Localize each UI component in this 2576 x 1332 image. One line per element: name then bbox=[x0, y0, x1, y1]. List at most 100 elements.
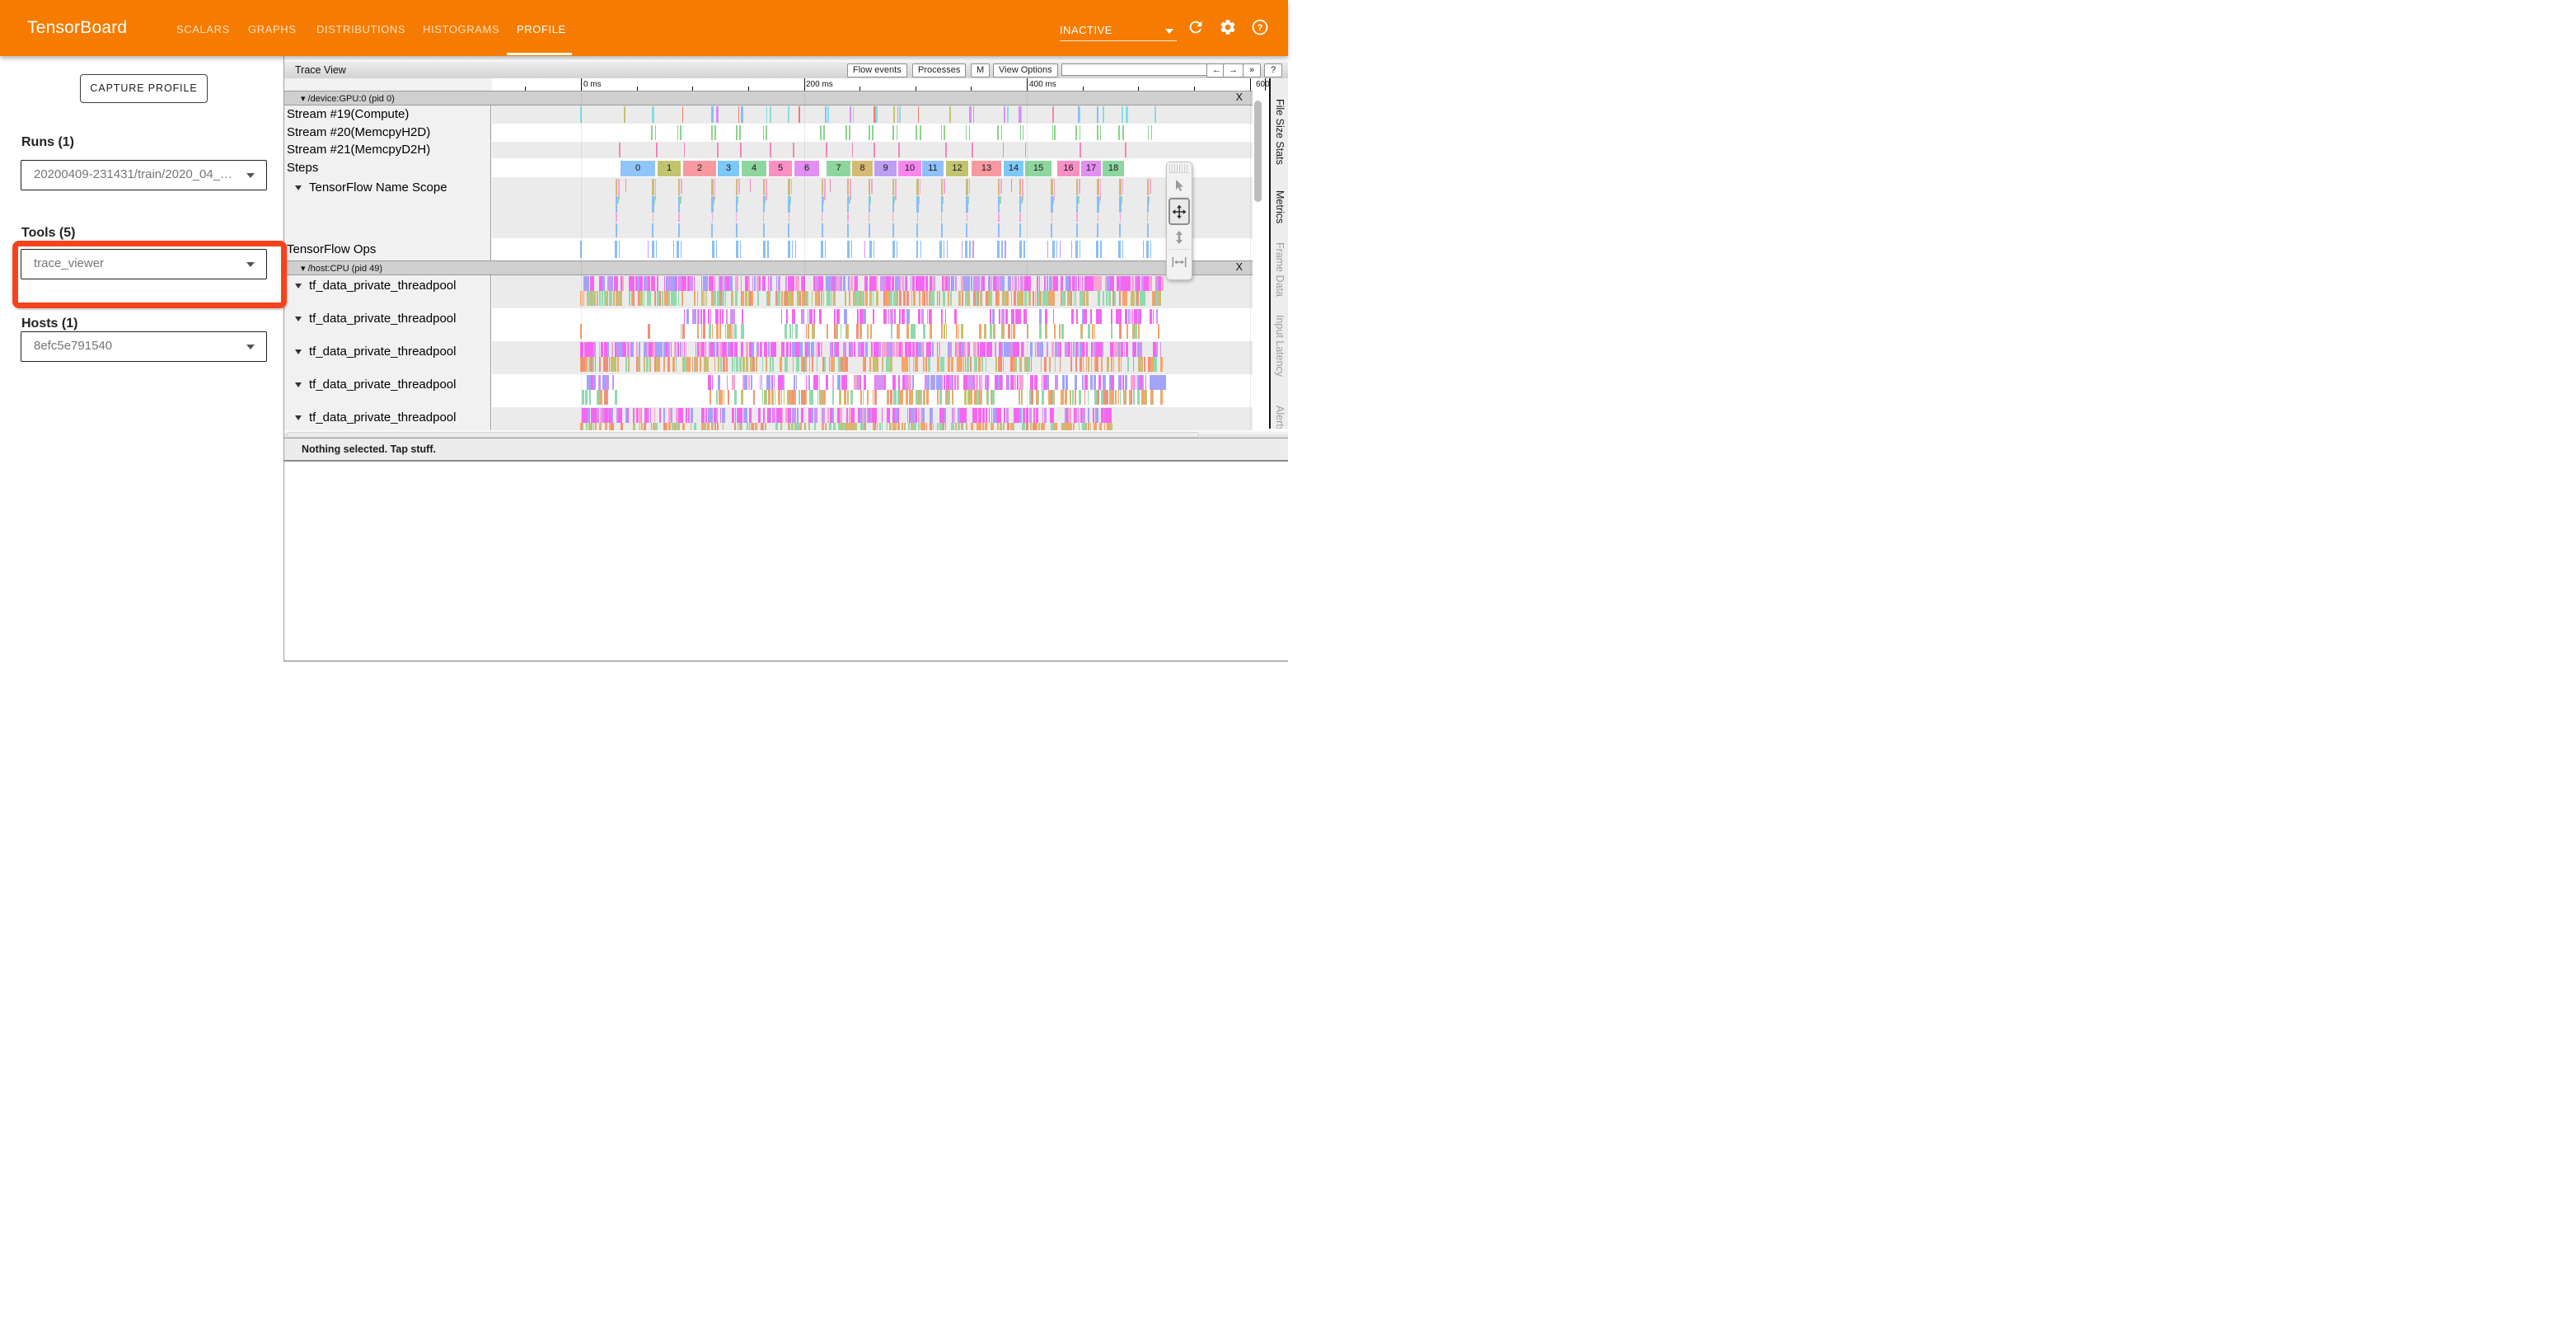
trace-event-mark[interactable] bbox=[1021, 106, 1022, 123]
trace-event-mark[interactable] bbox=[899, 342, 902, 357]
trace-row-label-cell[interactable]: Steps bbox=[284, 158, 491, 177]
trace-event-mark[interactable] bbox=[859, 309, 862, 324]
trace-event-mark[interactable] bbox=[1051, 213, 1052, 222]
trace-event-mark[interactable] bbox=[764, 342, 767, 357]
trace-event-mark[interactable] bbox=[792, 309, 795, 324]
trace-row-track[interactable] bbox=[492, 275, 1253, 308]
trace-event-mark[interactable] bbox=[949, 342, 952, 357]
trace-event-mark[interactable] bbox=[658, 357, 660, 372]
trace-event-mark[interactable] bbox=[761, 375, 762, 390]
trace-event-mark[interactable] bbox=[1111, 309, 1112, 324]
trace-event-mark[interactable] bbox=[966, 223, 967, 237]
trace-event-mark[interactable] bbox=[916, 357, 917, 372]
trace-event-mark[interactable] bbox=[1110, 342, 1113, 357]
trace-event-mark[interactable] bbox=[993, 276, 996, 291]
trace-event-mark[interactable] bbox=[1056, 276, 1058, 291]
trace-event-mark[interactable] bbox=[894, 196, 895, 204]
trace-event-mark[interactable] bbox=[1150, 179, 1151, 194]
trace-event-mark[interactable] bbox=[798, 357, 799, 372]
toolbar-button-view-options[interactable]: View Options bbox=[993, 63, 1058, 77]
trace-event-mark[interactable] bbox=[1037, 342, 1039, 357]
trace-event-mark[interactable] bbox=[628, 357, 630, 372]
trace-event-mark[interactable] bbox=[1088, 390, 1089, 405]
trace-event-mark[interactable] bbox=[615, 241, 617, 258]
right-tab-alerts[interactable]: Alerts bbox=[1271, 386, 1288, 429]
trace-event-mark[interactable] bbox=[944, 324, 945, 339]
trace-event-mark[interactable] bbox=[1083, 357, 1084, 372]
section-header-host-cpu[interactable]: ▾ /host:CPU (pid 49)X bbox=[284, 260, 1253, 275]
trace-event-mark[interactable] bbox=[1158, 291, 1160, 306]
trace-event-mark[interactable] bbox=[676, 357, 677, 372]
trace-event-mark[interactable] bbox=[678, 213, 679, 222]
trace-event-mark[interactable] bbox=[1071, 309, 1074, 324]
trace-event-mark[interactable] bbox=[770, 106, 772, 123]
trace-event-mark[interactable] bbox=[600, 390, 602, 405]
trace-event-mark[interactable] bbox=[770, 143, 771, 157]
trace-event-mark[interactable] bbox=[1115, 390, 1117, 405]
trace-event-mark[interactable] bbox=[893, 106, 894, 123]
trace-event-mark[interactable] bbox=[799, 106, 800, 123]
trace-event-mark[interactable] bbox=[1007, 375, 1009, 390]
trace-event-mark[interactable] bbox=[1086, 342, 1088, 357]
trace-event-mark[interactable] bbox=[851, 408, 855, 423]
trace-event-mark[interactable] bbox=[1075, 375, 1077, 390]
trace-event-mark[interactable] bbox=[998, 357, 1000, 372]
trace-event-mark[interactable] bbox=[1028, 276, 1031, 291]
trace-event-mark[interactable] bbox=[729, 276, 732, 291]
horizontal-scrollbar-thumb[interactable] bbox=[287, 432, 1199, 438]
trace-event-mark[interactable] bbox=[1060, 241, 1061, 258]
trace-event-mark[interactable] bbox=[659, 342, 663, 357]
trace-event-mark[interactable] bbox=[1125, 291, 1127, 306]
trace-event-mark[interactable] bbox=[925, 276, 928, 291]
close-section-button[interactable]: X bbox=[1236, 261, 1243, 273]
trace-event-mark[interactable] bbox=[639, 342, 640, 357]
trace-event-mark[interactable] bbox=[1088, 324, 1090, 339]
trace-event-mark[interactable] bbox=[939, 342, 940, 357]
trace-event-mark[interactable] bbox=[772, 357, 774, 372]
trace-event-mark[interactable] bbox=[971, 390, 972, 405]
trace-event-mark[interactable] bbox=[989, 342, 991, 357]
trace-event-mark[interactable] bbox=[1002, 375, 1003, 390]
trace-event-mark[interactable] bbox=[1133, 390, 1135, 405]
trace-event-mark[interactable] bbox=[711, 223, 713, 237]
trace-event-mark[interactable] bbox=[781, 342, 785, 357]
trace-event-mark[interactable] bbox=[845, 125, 847, 140]
trace-event-mark[interactable] bbox=[1041, 357, 1042, 372]
trace-event-mark[interactable] bbox=[854, 342, 855, 357]
trace-event-mark[interactable] bbox=[788, 223, 789, 237]
trace-event-mark[interactable] bbox=[892, 125, 894, 140]
trace-event-mark[interactable] bbox=[1148, 125, 1150, 140]
trace-event-mark[interactable] bbox=[1014, 276, 1017, 291]
trace-event-mark[interactable] bbox=[586, 276, 589, 291]
trace-event-mark[interactable] bbox=[988, 390, 989, 405]
trace-event-mark[interactable] bbox=[815, 276, 817, 291]
trace-event-mark[interactable] bbox=[734, 342, 738, 357]
trace-event-mark[interactable] bbox=[1119, 309, 1122, 324]
trace-event-mark[interactable] bbox=[1140, 291, 1142, 306]
trace-event-mark[interactable] bbox=[997, 241, 1000, 258]
trace-event-mark[interactable] bbox=[740, 143, 742, 157]
trace-event-mark[interactable] bbox=[760, 375, 761, 390]
trace-event-mark[interactable] bbox=[925, 375, 928, 390]
trace-event-mark[interactable] bbox=[918, 106, 919, 123]
trace-event-mark[interactable] bbox=[1008, 291, 1009, 306]
trace-event-mark[interactable] bbox=[667, 357, 670, 372]
trace-event-mark[interactable] bbox=[912, 342, 915, 357]
trace-event-mark[interactable] bbox=[722, 309, 724, 324]
trace-event-mark[interactable] bbox=[708, 375, 711, 390]
trace-event-mark[interactable] bbox=[705, 342, 707, 357]
trace-event-mark[interactable] bbox=[701, 324, 702, 339]
trace-event-mark[interactable] bbox=[1124, 276, 1127, 291]
trace-event-mark[interactable] bbox=[593, 342, 596, 357]
trace-event-mark[interactable] bbox=[794, 408, 796, 423]
trace-event-mark[interactable] bbox=[869, 357, 871, 372]
trace-event-mark[interactable] bbox=[789, 390, 791, 405]
trace-event-mark[interactable] bbox=[992, 390, 995, 405]
trace-event-mark[interactable] bbox=[611, 342, 613, 357]
trace-event-mark[interactable] bbox=[655, 179, 657, 200]
trace-event-mark[interactable] bbox=[877, 357, 878, 372]
trace-event-mark[interactable] bbox=[916, 390, 918, 405]
trace-event-mark[interactable] bbox=[767, 241, 768, 258]
trace-event-mark[interactable] bbox=[864, 276, 868, 291]
trace-row-label-cell[interactable]: TensorFlow Name Scope bbox=[284, 177, 491, 238]
